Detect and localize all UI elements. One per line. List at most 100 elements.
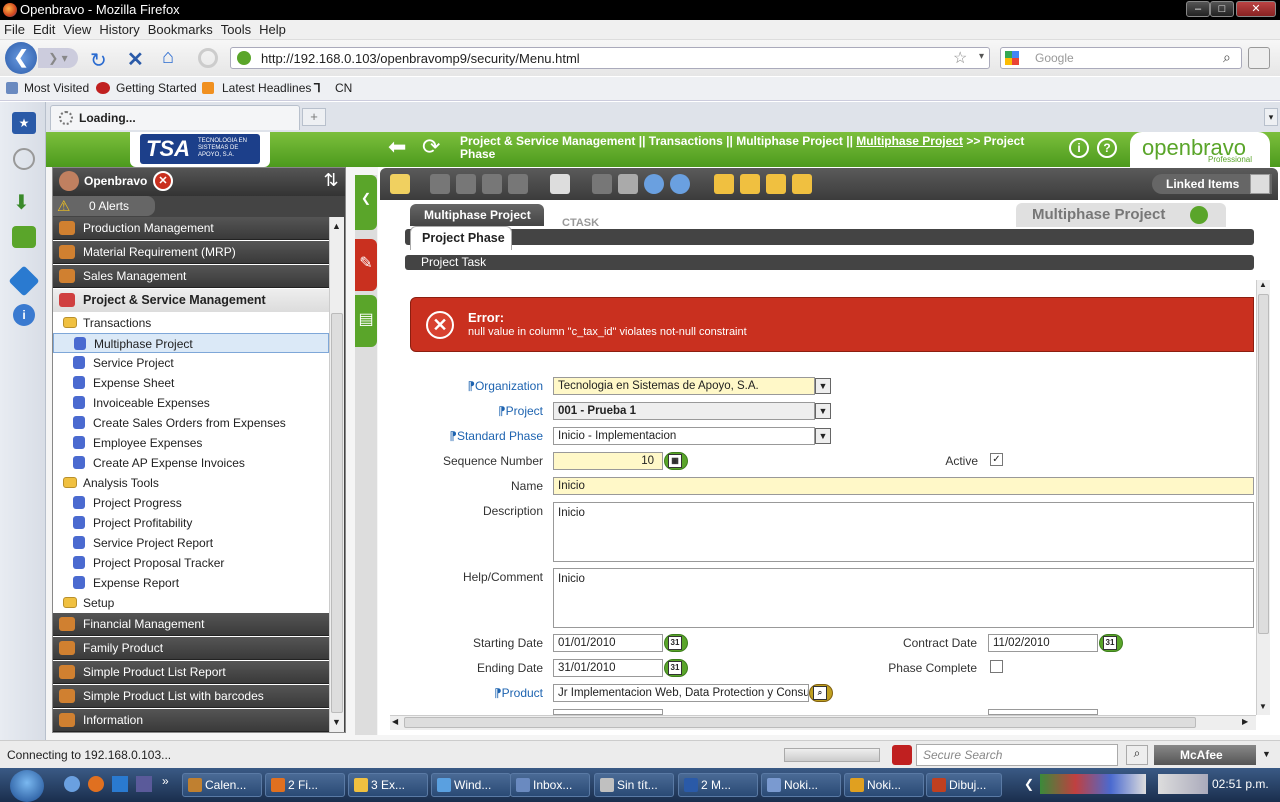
help-button[interactable]: ? (1097, 138, 1117, 158)
home-icon[interactable]: ⌂ (162, 46, 174, 69)
linked-items-icon[interactable] (1250, 174, 1270, 194)
browser-tab[interactable]: Loading... (50, 105, 300, 130)
new-record-icon[interactable] (390, 174, 410, 194)
menu-item-transactions[interactable]: Transactions (53, 313, 329, 333)
menu-item-expense-report[interactable]: Expense Report (53, 573, 329, 593)
undo-icon[interactable] (592, 174, 612, 194)
contract-date-field[interactable]: 11/02/2010 (988, 634, 1098, 652)
menu-item-project-service-management[interactable]: Project & Service Management (53, 289, 329, 312)
ending-date-calendar-icon[interactable]: 31 (664, 659, 688, 677)
menu-item-material-requirement-mrp[interactable]: Material Requirement (MRP) (53, 241, 329, 264)
scroll-up-icon[interactable]: ▲ (1259, 280, 1267, 289)
menu-item-employee-expenses[interactable]: Employee Expenses (53, 433, 329, 453)
taskbar-button[interactable]: Wind... (431, 773, 511, 797)
history-clock-icon[interactable] (13, 148, 35, 170)
starting-date-field[interactable]: 01/01/2010 (553, 634, 663, 652)
menu-item-expense-sheet[interactable]: Expense Sheet (53, 373, 329, 393)
taskbar-button[interactable]: 3 Ex... (348, 773, 428, 797)
tab-project-phase[interactable]: Project Phase (410, 226, 512, 250)
bookmark-latest-headlines[interactable]: Latest Headlines (222, 81, 311, 95)
tab-ctask[interactable]: CTASK (562, 217, 599, 229)
menu-tools[interactable]: Tools (217, 20, 255, 37)
quicklaunch-more-icon[interactable]: » (162, 774, 169, 788)
contract-date-calendar-icon[interactable]: 31 (1099, 634, 1123, 652)
quicklaunch-firefox-icon[interactable] (88, 776, 104, 792)
menu-file[interactable]: File (0, 20, 29, 37)
secure-search-input[interactable]: Secure Search (916, 744, 1118, 766)
tab-list-button[interactable]: ▾ (1264, 108, 1278, 126)
phase-complete-checkbox[interactable] (990, 660, 1003, 673)
menu-item-setup[interactable]: Setup (53, 593, 329, 613)
taskbar-button[interactable]: Calen... (182, 773, 262, 797)
product-label[interactable]: ⁋Product (440, 686, 543, 700)
tray-expand-icon[interactable]: ❮ (1024, 777, 1034, 791)
quicklaunch-ie-icon[interactable] (64, 776, 80, 792)
menu-item-create-ap-expense-invoices[interactable]: Create AP Expense Invoices (53, 453, 329, 473)
system-tray-icons[interactable] (1040, 774, 1146, 794)
search-box[interactable]: Google ⌕ (1000, 47, 1242, 69)
standard-phase-field[interactable]: Inicio - Implementacion (553, 427, 815, 445)
minimize-button[interactable]: – (1186, 1, 1210, 17)
bookmark-getting-started[interactable]: Getting Started (116, 81, 197, 95)
extension-icon[interactable] (8, 265, 40, 297)
quicklaunch-explorer-icon[interactable] (112, 776, 128, 792)
alerts-badge[interactable]: ⚠ 0 Alerts (53, 196, 155, 216)
menu-view[interactable]: View (59, 20, 95, 37)
scroll-up-icon[interactable]: ▲ (332, 221, 341, 231)
bookmark-cn[interactable]: CN (335, 81, 352, 95)
first-record-icon[interactable] (714, 174, 734, 194)
url-bar[interactable]: http://192.168.0.103/openbravomp9/securi… (230, 47, 990, 69)
active-checkbox[interactable]: ✓ (990, 453, 1003, 466)
collapse-panel-button[interactable]: ❮ (355, 175, 377, 230)
copy-record-icon[interactable] (430, 174, 450, 194)
taskbar-button[interactable]: Noki... (761, 773, 841, 797)
tab-multiphase-project[interactable]: Multiphase Project (410, 204, 544, 226)
product-field[interactable]: Jr Implementacion Web, Data Protection y… (553, 684, 809, 702)
menu-item-family-product[interactable]: Family Product (53, 637, 329, 660)
tab-groups-icon[interactable] (1248, 47, 1270, 69)
breadcrumb-link-multiphase[interactable]: Multiphase Project (856, 134, 963, 148)
edit-view-icon[interactable]: ✎ (355, 239, 377, 291)
menu-item-project-profitability[interactable]: Project Profitability (53, 513, 329, 533)
standard-phase-label[interactable]: ⁋Standard Phase (440, 429, 543, 443)
bookmark-most-visited[interactable]: Most Visited (24, 81, 89, 95)
tray-battery-network-volume-icons[interactable] (1158, 774, 1208, 794)
menu-item-simple-product-list-with-barcodes[interactable]: Simple Product List with barcodes (53, 685, 329, 708)
stop-icon[interactable]: ✕ (127, 47, 144, 72)
addons-puzzle-icon[interactable] (12, 226, 36, 248)
menu-help[interactable]: Help (255, 20, 290, 37)
menu-item-sales-management[interactable]: Sales Management (53, 265, 329, 288)
project-label[interactable]: ⁋Project (440, 404, 543, 418)
taskbar-button[interactable]: Dibuj... (926, 773, 1002, 797)
menu-item-create-sales-orders-from-expenses[interactable]: Create Sales Orders from Expenses (53, 413, 329, 433)
menu-item-financial-management[interactable]: Financial Management (53, 613, 329, 636)
info-button[interactable]: i (1069, 138, 1089, 158)
calculator-icon[interactable]: ▦ (664, 452, 688, 470)
organization-dropdown-icon[interactable]: ▼ (815, 378, 831, 394)
mcafee-dropdown-icon[interactable]: ▼ (1262, 749, 1271, 759)
menu-item-project-proposal-tracker[interactable]: Project Proposal Tracker (53, 553, 329, 573)
taskbar-button[interactable]: 2 M... (678, 773, 758, 797)
tab-project-task[interactable]: Project Task (405, 255, 1254, 270)
standard-phase-dropdown-icon[interactable]: ▼ (815, 428, 831, 444)
menu-item-simple-product-list-report[interactable]: Simple Product List Report (53, 661, 329, 684)
help-comment-textarea[interactable]: Inicio (553, 568, 1254, 628)
forward-button[interactable]: ❯ ▾ (38, 48, 78, 68)
save-icon[interactable] (482, 174, 502, 194)
url-dropdown-icon[interactable]: ▾ (979, 51, 984, 62)
secure-search-button[interactable]: ⌕ (1126, 745, 1148, 765)
form-scroll-thumb[interactable] (1258, 294, 1269, 634)
ending-date-field[interactable]: 31/01/2010 (553, 659, 663, 677)
search-icon[interactable]: ⌕ (1223, 49, 1231, 66)
advanced-search-icon[interactable] (670, 174, 690, 194)
menu-item-project-progress[interactable]: Project Progress (53, 493, 329, 513)
name-field[interactable]: Inicio (553, 477, 1254, 495)
description-textarea[interactable]: Inicio (553, 502, 1254, 562)
mcafee-button[interactable]: McAfee (1154, 745, 1256, 765)
scroll-down-icon[interactable]: ▼ (332, 717, 341, 727)
taskbar-button[interactable]: Inbox... (510, 773, 590, 797)
organization-label[interactable]: ⁋Organization (440, 379, 543, 393)
menu-item-invoiceable-expenses[interactable]: Invoiceable Expenses (53, 393, 329, 413)
taskbar-button[interactable]: 2 Fi... (265, 773, 345, 797)
form-hscroll-thumb[interactable] (404, 717, 1196, 728)
